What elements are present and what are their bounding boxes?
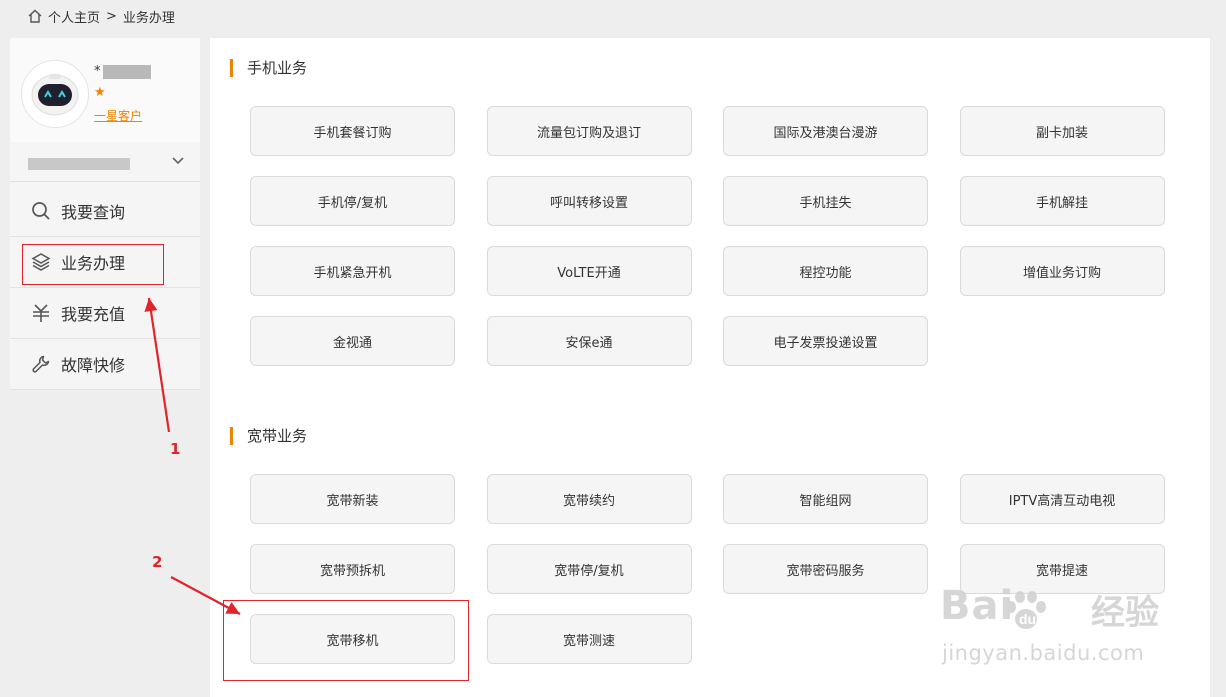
wrench-icon [30,353,52,375]
service-button[interactable]: 程控功能 [723,246,928,296]
robot-avatar-icon [31,74,79,116]
sidebar-menu: 我要查询 业务办理 我要充值 故障快修 [10,186,200,390]
section-title-broadband: 宽带业务 [230,427,307,445]
profile-card: * ★ 一星客户 [10,38,200,142]
sidebar: * ★ 一星客户 我要查询 业务办理 我要充值 故障快修 [10,38,200,390]
service-button[interactable]: 电子发票投递设置 [723,316,928,366]
step-number-1: 1 [170,440,181,458]
sidebar-item-recharge[interactable]: 我要充值 [10,288,200,339]
service-button[interactable]: 呼叫转移设置 [486,176,692,226]
service-button[interactable]: 宽带续约 [486,474,692,524]
highlight-box-move-broadband [223,600,469,681]
sidebar-item-repair[interactable]: 故障快修 [10,339,200,390]
masked-phone-number [28,158,130,170]
highlight-box-business [22,244,164,285]
avatar [21,60,89,128]
user-name-prefix: * [94,64,101,79]
home-icon[interactable] [28,9,42,23]
service-button[interactable]: 宽带新装 [250,474,455,524]
service-button[interactable]: VoLTE开通 [486,246,692,296]
sidebar-item-query[interactable]: 我要查询 [10,186,200,237]
service-button[interactable]: 宽带密码服务 [723,544,928,594]
service-button[interactable]: 手机停/复机 [250,176,455,226]
service-button[interactable]: IPTV高清互动电视 [959,474,1165,524]
service-button[interactable]: 手机紧急开机 [250,246,455,296]
user-name: * [94,64,151,79]
breadcrumb-home[interactable]: 个人主页 [48,7,100,26]
customer-level-link[interactable]: 一星客户 [94,107,142,124]
service-button[interactable]: 流量包订购及退订 [486,106,692,156]
service-button[interactable]: 手机挂失 [723,176,928,226]
watermark-brand-cn: 经验 [1091,593,1159,633]
service-button[interactable]: 手机套餐订购 [250,106,455,156]
service-button[interactable]: 增值业务订购 [959,246,1165,296]
chevron-down-icon[interactable] [171,154,185,168]
service-button[interactable]: 国际及港澳台漫游 [723,106,928,156]
yuan-icon [30,302,52,324]
mobile-service-grid: 手机套餐订购 流量包订购及退订 国际及港澳台漫游 副卡加装 手机停/复机 呼叫转… [250,106,1165,366]
star-icon: ★ [94,85,106,100]
service-button[interactable]: 智能组网 [723,474,928,524]
breadcrumb: 个人主页 > 业务办理 [28,6,175,26]
breadcrumb-separator: > [106,8,117,24]
svg-text:du: du [1019,611,1036,627]
service-button[interactable]: 金视通 [250,316,455,366]
sidebar-item-label: 我要充值 [61,305,126,324]
watermark-url: jingyan.baidu.com [942,641,1145,665]
service-button[interactable]: 宽带预拆机 [250,544,455,594]
section-title-mobile: 手机业务 [230,59,307,77]
service-button[interactable]: 宽带停/复机 [486,544,692,594]
baidu-watermark: Bai du 经验 jingyan.baidu.com [940,583,1200,683]
service-button[interactable]: 安保e通 [486,316,692,366]
breadcrumb-current: 业务办理 [122,10,175,26]
phone-selector[interactable] [10,152,200,182]
search-icon [30,200,52,222]
step-number-2: 2 [152,553,163,571]
sidebar-item-label: 我要查询 [61,203,126,222]
service-button[interactable]: 手机解挂 [959,176,1165,226]
service-button[interactable]: 宽带测速 [486,614,692,664]
masked-name [102,64,151,79]
sidebar-item-label: 故障快修 [61,356,126,375]
paw-icon: du [1006,591,1046,629]
service-button[interactable]: 副卡加装 [959,106,1165,156]
